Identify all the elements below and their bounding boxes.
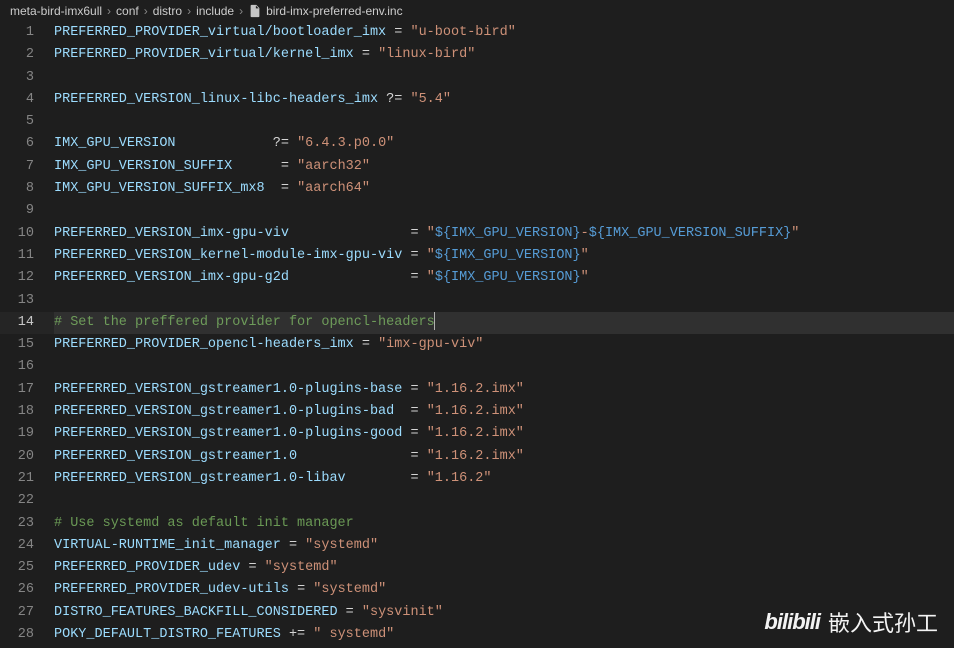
code-line[interactable]: PREFERRED_PROVIDER_udev = "systemd" bbox=[54, 557, 954, 579]
chevron-right-icon: › bbox=[187, 4, 191, 18]
code-line[interactable]: PREFERRED_VERSION_gstreamer1.0 = "1.16.2… bbox=[54, 446, 954, 468]
code-line[interactable]: PREFERRED_VERSION_gstreamer1.0-plugins-g… bbox=[54, 423, 954, 445]
code-line[interactable] bbox=[54, 490, 954, 512]
code-editor[interactable]: 1234567891011121314151617181920212223242… bbox=[0, 22, 954, 648]
line-number[interactable]: 17 bbox=[0, 379, 34, 401]
chevron-right-icon: › bbox=[144, 4, 148, 18]
line-number[interactable]: 24 bbox=[0, 535, 34, 557]
line-number[interactable]: 3 bbox=[0, 67, 34, 89]
line-number[interactable]: 19 bbox=[0, 423, 34, 445]
breadcrumb-file[interactable]: bird-imx-preferred-env.inc bbox=[266, 4, 402, 18]
line-number[interactable]: 22 bbox=[0, 490, 34, 512]
line-number[interactable]: 2 bbox=[0, 44, 34, 66]
breadcrumb-item[interactable]: meta-bird-imx6ull bbox=[10, 4, 102, 18]
code-line[interactable]: VIRTUAL-RUNTIME_init_manager = "systemd" bbox=[54, 535, 954, 557]
watermark-text: 嵌入式孙工 bbox=[828, 606, 938, 638]
line-number[interactable]: 18 bbox=[0, 401, 34, 423]
code-line[interactable] bbox=[54, 356, 954, 378]
code-line[interactable]: PREFERRED_VERSION_gstreamer1.0-plugins-b… bbox=[54, 401, 954, 423]
line-number[interactable]: 1 bbox=[0, 22, 34, 44]
code-line[interactable]: PREFERRED_PROVIDER_udev-utils = "systemd… bbox=[54, 579, 954, 601]
code-line[interactable]: PREFERRED_PROVIDER_opencl-headers_imx = … bbox=[54, 334, 954, 356]
text-cursor bbox=[434, 312, 436, 330]
line-number[interactable]: 12 bbox=[0, 267, 34, 289]
code-line[interactable]: IMX_GPU_VERSION_SUFFIX_mx8 = "aarch64" bbox=[54, 178, 954, 200]
code-line[interactable] bbox=[54, 200, 954, 222]
code-line[interactable]: PREFERRED_VERSION_imx-gpu-g2d = "${IMX_G… bbox=[54, 267, 954, 289]
code-line[interactable] bbox=[54, 111, 954, 133]
breadcrumb-item[interactable]: conf bbox=[116, 4, 139, 18]
code-line[interactable]: # Set the preffered provider for opencl-… bbox=[54, 312, 954, 334]
code-line[interactable] bbox=[54, 67, 954, 89]
line-number[interactable]: 26 bbox=[0, 579, 34, 601]
line-number[interactable]: 14 bbox=[0, 312, 34, 334]
breadcrumb[interactable]: meta-bird-imx6ull › conf › distro › incl… bbox=[0, 0, 954, 22]
line-number[interactable]: 5 bbox=[0, 111, 34, 133]
line-number[interactable]: 23 bbox=[0, 513, 34, 535]
file-icon bbox=[248, 4, 262, 18]
line-number[interactable]: 11 bbox=[0, 245, 34, 267]
code-line[interactable]: IMX_GPU_VERSION_SUFFIX = "aarch32" bbox=[54, 156, 954, 178]
line-number[interactable]: 15 bbox=[0, 334, 34, 356]
line-number[interactable]: 10 bbox=[0, 223, 34, 245]
line-number[interactable]: 6 bbox=[0, 133, 34, 155]
code-line[interactable]: PREFERRED_VERSION_imx-gpu-viv = "${IMX_G… bbox=[54, 223, 954, 245]
code-line[interactable]: IMX_GPU_VERSION ?= "6.4.3.p0.0" bbox=[54, 133, 954, 155]
breadcrumb-item[interactable]: include bbox=[196, 4, 234, 18]
line-number[interactable]: 28 bbox=[0, 624, 34, 646]
watermark: bilibili 嵌入式孙工 bbox=[764, 606, 938, 638]
line-number[interactable]: 20 bbox=[0, 446, 34, 468]
line-number[interactable]: 13 bbox=[0, 290, 34, 312]
line-number-gutter[interactable]: 1234567891011121314151617181920212223242… bbox=[0, 22, 48, 648]
code-line[interactable]: # Use systemd as default init manager bbox=[54, 513, 954, 535]
line-number[interactable]: 9 bbox=[0, 200, 34, 222]
line-number[interactable]: 16 bbox=[0, 356, 34, 378]
line-number[interactable]: 25 bbox=[0, 557, 34, 579]
line-number[interactable]: 21 bbox=[0, 468, 34, 490]
code-line[interactable]: PREFERRED_PROVIDER_virtual/kernel_imx = … bbox=[54, 44, 954, 66]
breadcrumb-item[interactable]: distro bbox=[153, 4, 182, 18]
line-number[interactable]: 27 bbox=[0, 602, 34, 624]
bilibili-logo-icon: bilibili bbox=[764, 609, 820, 635]
code-line[interactable]: PREFERRED_VERSION_kernel-module-imx-gpu-… bbox=[54, 245, 954, 267]
line-number[interactable]: 7 bbox=[0, 156, 34, 178]
chevron-right-icon: › bbox=[107, 4, 111, 18]
code-line[interactable]: PREFERRED_VERSION_gstreamer1.0-plugins-b… bbox=[54, 379, 954, 401]
code-line[interactable]: PREFERRED_PROVIDER_virtual/bootloader_im… bbox=[54, 22, 954, 44]
code-line[interactable]: PREFERRED_VERSION_gstreamer1.0-libav = "… bbox=[54, 468, 954, 490]
code-content[interactable]: PREFERRED_PROVIDER_virtual/bootloader_im… bbox=[48, 22, 954, 648]
code-line[interactable]: PREFERRED_VERSION_linux-libc-headers_imx… bbox=[54, 89, 954, 111]
line-number[interactable]: 4 bbox=[0, 89, 34, 111]
chevron-right-icon: › bbox=[239, 4, 243, 18]
code-line[interactable] bbox=[54, 290, 954, 312]
line-number[interactable]: 8 bbox=[0, 178, 34, 200]
